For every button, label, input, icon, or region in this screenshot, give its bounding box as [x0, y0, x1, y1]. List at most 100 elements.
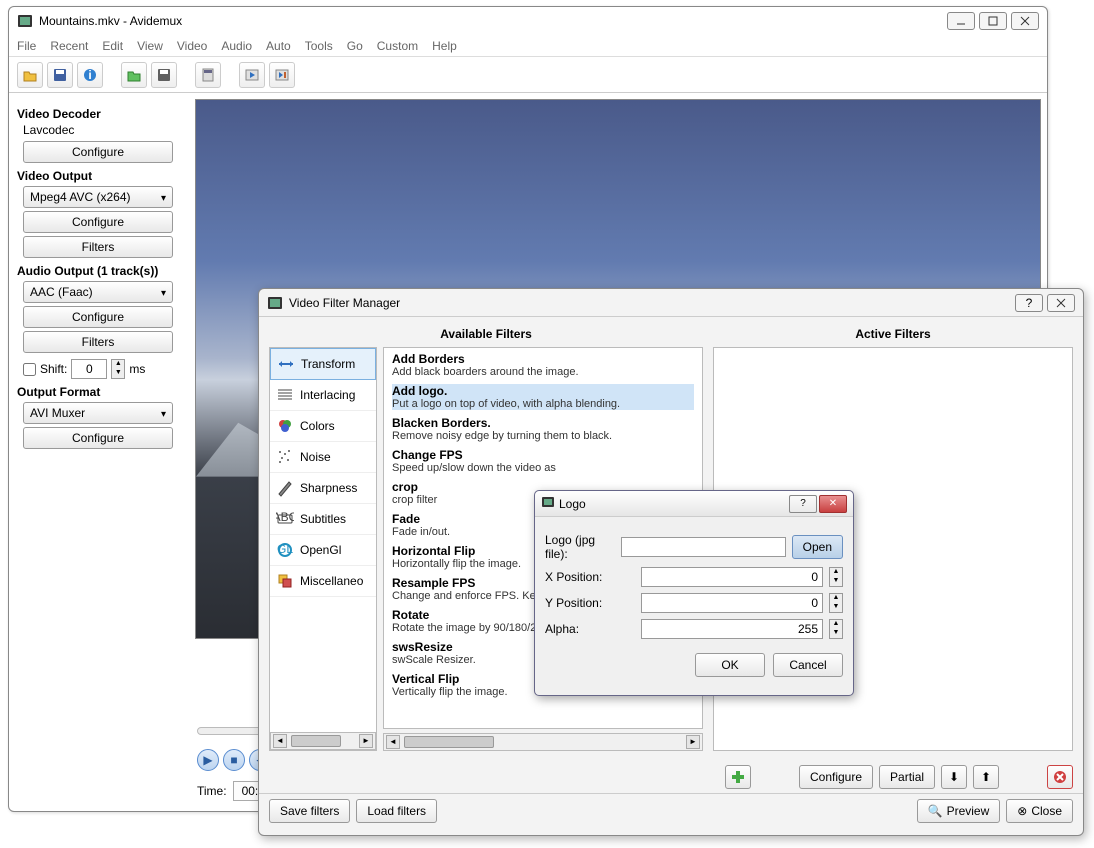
open-video-icon[interactable]: [121, 62, 147, 88]
filter-action-row: Configure Partial ⬇ ⬆: [259, 761, 1083, 793]
noise-icon: [276, 448, 294, 466]
category-colors[interactable]: Colors: [270, 411, 376, 442]
filter-item-blacken-borders-[interactable]: Blacken Borders.Remove noisy edge by tur…: [392, 416, 694, 442]
menu-go[interactable]: Go: [347, 39, 363, 53]
shift-spinner[interactable]: ▲▼: [111, 359, 125, 379]
sidebar: Video Decoder Lavcodec Configure Video O…: [9, 93, 189, 811]
menu-auto[interactable]: Auto: [266, 39, 291, 53]
move-down-button[interactable]: ⬇: [941, 765, 967, 789]
category-sharpness[interactable]: Sharpness: [270, 473, 376, 504]
load-filters-button[interactable]: Load filters: [356, 799, 437, 823]
remove-filter-button[interactable]: [1047, 765, 1073, 789]
save-video-icon[interactable]: [151, 62, 177, 88]
open-icon[interactable]: [17, 62, 43, 88]
x-position-input[interactable]: [641, 567, 823, 587]
menu-help[interactable]: Help: [432, 39, 457, 53]
decoder-configure-button[interactable]: Configure: [23, 141, 173, 163]
filter-item-change-fps[interactable]: Change FPSSpeed up/slow down the video a…: [392, 448, 694, 474]
audio-filters-button[interactable]: Filters: [23, 331, 173, 353]
category-noise[interactable]: Noise: [270, 442, 376, 473]
maximize-button[interactable]: [979, 12, 1007, 30]
category-subtitles[interactable]: ABCSubtitles: [270, 504, 376, 535]
filter-close-button[interactable]: [1047, 294, 1075, 312]
stop-button[interactable]: ■: [223, 749, 245, 771]
partial-filter-button[interactable]: Partial: [879, 765, 935, 789]
filter-item-add-borders[interactable]: Add BordersAdd black boarders around the…: [392, 352, 694, 378]
audio-output-configure-button[interactable]: Configure: [23, 306, 173, 328]
sharpness-icon: [276, 479, 294, 497]
transform-icon: [277, 355, 295, 373]
shift-input[interactable]: [71, 359, 107, 379]
close-button[interactable]: ⊗Close: [1006, 799, 1073, 823]
video-decoder-label: Video Decoder: [17, 107, 181, 121]
toolbar: i: [9, 57, 1047, 93]
audio-output-label: Audio Output (1 track(s)): [17, 264, 181, 278]
svg-text:ABC: ABC: [276, 510, 294, 524]
alpha-spinner[interactable]: ▲▼: [829, 619, 843, 639]
ok-button[interactable]: OK: [695, 653, 765, 677]
filter-help-button[interactable]: ?: [1015, 294, 1043, 312]
menu-tools[interactable]: Tools: [305, 39, 333, 53]
logo-file-input[interactable]: [621, 537, 786, 557]
logo-close-button[interactable]: ✕: [819, 495, 847, 513]
audio-output-select[interactable]: AAC (Faac): [23, 281, 173, 303]
configure-filter-button[interactable]: Configure: [799, 765, 873, 789]
filter-scrollbar[interactable]: ◄►: [383, 733, 703, 751]
save-filters-button[interactable]: Save filters: [269, 799, 350, 823]
menu-file[interactable]: File: [17, 39, 36, 53]
filter-titlebar: Video Filter Manager ?: [259, 289, 1083, 317]
info-icon[interactable]: i: [77, 62, 103, 88]
category-interlacing[interactable]: Interlacing: [270, 380, 376, 411]
category-list: Transform Interlacing Colors Noise Sharp…: [269, 347, 377, 751]
shift-checkbox[interactable]: [23, 363, 36, 376]
y-position-input[interactable]: [641, 593, 823, 613]
menu-custom[interactable]: Custom: [377, 39, 418, 53]
video-output-configure-button[interactable]: Configure: [23, 211, 173, 233]
save-icon[interactable]: [47, 62, 73, 88]
play-icon[interactable]: [239, 62, 265, 88]
category-transform[interactable]: Transform: [270, 348, 376, 380]
y-position-row: Y Position: ▲▼: [545, 593, 843, 613]
logo-help-button[interactable]: ?: [789, 495, 817, 513]
output-format-configure-button[interactable]: Configure: [23, 427, 173, 449]
logo-open-button[interactable]: Open: [792, 535, 843, 559]
logo-file-label: Logo (jpg file):: [545, 533, 615, 561]
filter-item-add-logo-[interactable]: Add logo.Put a logo on top of video, wit…: [392, 384, 694, 410]
add-filter-button[interactable]: [725, 765, 751, 789]
category-opengl[interactable]: GLOpenGl: [270, 535, 376, 566]
category-misc[interactable]: Miscellaneo: [270, 566, 376, 597]
menubar: File Recent Edit View Video Audio Auto T…: [9, 35, 1047, 57]
misc-icon: [276, 572, 294, 590]
logo-titlebar: Logo ? ✕: [535, 491, 853, 517]
video-decoder-value: Lavcodec: [23, 123, 181, 137]
x-spinner[interactable]: ▲▼: [829, 567, 843, 587]
close-button[interactable]: [1011, 12, 1039, 30]
calculator-icon[interactable]: [195, 62, 221, 88]
x-position-row: X Position: ▲▼: [545, 567, 843, 587]
cancel-button[interactable]: Cancel: [773, 653, 843, 677]
menu-audio[interactable]: Audio: [221, 39, 252, 53]
menu-recent[interactable]: Recent: [50, 39, 88, 53]
video-output-select[interactable]: Mpeg4 AVC (x264): [23, 186, 173, 208]
alpha-input[interactable]: [641, 619, 823, 639]
menu-edit[interactable]: Edit: [102, 39, 123, 53]
minimize-button[interactable]: [947, 12, 975, 30]
video-filters-button[interactable]: Filters: [23, 236, 173, 258]
menu-video[interactable]: Video: [177, 39, 207, 53]
output-format-select[interactable]: AVI Muxer: [23, 402, 173, 424]
logo-dialog-title: Logo: [559, 497, 787, 511]
play-section-icon[interactable]: [269, 62, 295, 88]
filter-dialog-title: Video Filter Manager: [289, 296, 1011, 310]
category-scrollbar[interactable]: ◄►: [270, 732, 376, 750]
move-up-button[interactable]: ⬆: [973, 765, 999, 789]
available-filters-title: Available Filters: [269, 327, 703, 341]
filter-bottom-row: Save filters Load filters 🔍Preview ⊗Clos…: [259, 793, 1083, 827]
alpha-row: Alpha: ▲▼: [545, 619, 843, 639]
preview-button[interactable]: 🔍Preview: [917, 799, 1001, 823]
app-icon: [17, 13, 33, 29]
menu-view[interactable]: View: [137, 39, 163, 53]
y-spinner[interactable]: ▲▼: [829, 593, 843, 613]
logo-dialog: Logo ? ✕ Logo (jpg file): Open X Positio…: [534, 490, 854, 696]
play-button[interactable]: ▶: [197, 749, 219, 771]
logo-file-row: Logo (jpg file): Open: [545, 533, 843, 561]
